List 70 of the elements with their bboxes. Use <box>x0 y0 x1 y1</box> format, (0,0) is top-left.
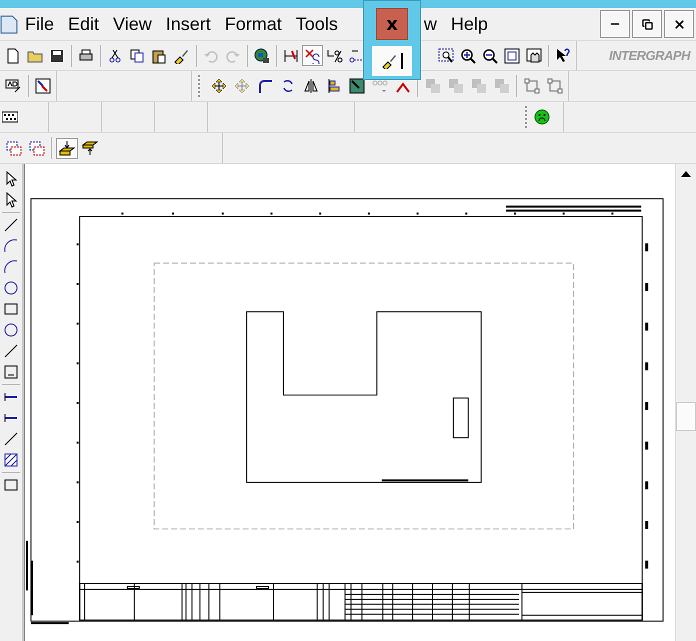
up-arrow-icon <box>681 171 691 177</box>
cut-icon <box>107 48 124 64</box>
menu-item[interactable]: w <box>416 14 444 34</box>
line-icon <box>3 431 19 447</box>
paste-icon <box>151 48 168 64</box>
menu-item[interactable]: Help <box>444 14 495 34</box>
line-icon <box>3 343 19 359</box>
restore-button[interactable] <box>632 10 662 38</box>
layers-icon <box>28 140 44 156</box>
tray-up-icon <box>82 140 98 156</box>
fillet-icon <box>256 78 272 94</box>
tray-down-icon <box>58 140 74 156</box>
stacked-squares-icon <box>448 78 464 94</box>
zoom-area-icon <box>438 48 454 64</box>
restore-icon <box>642 18 652 30</box>
save-icon <box>49 48 66 64</box>
tool-slot[interactable] <box>372 46 412 76</box>
copy-icon <box>129 48 146 64</box>
hatch-icon <box>3 452 19 468</box>
rectangle-icon <box>3 477 19 493</box>
scroll-thumb[interactable] <box>676 402 696 431</box>
brush-icon <box>381 53 397 69</box>
brush-icon <box>173 48 190 64</box>
rectangle-icon <box>3 301 19 317</box>
menu-item[interactable]: Tools <box>288 14 345 34</box>
line-icon <box>3 217 19 233</box>
cross-curve-icon <box>304 48 321 64</box>
move-icon <box>210 78 226 94</box>
menu-item[interactable]: View <box>106 14 159 34</box>
close-button[interactable] <box>664 10 694 38</box>
globe-icon <box>254 48 270 64</box>
print-icon <box>78 48 94 64</box>
coordinate-icon <box>348 48 365 64</box>
frame-icon <box>546 78 562 94</box>
circle-icon <box>3 322 19 338</box>
toolbar-button[interactable] <box>302 45 324 66</box>
menu-item[interactable]: Edit <box>61 14 106 34</box>
text-box-icon <box>3 364 19 380</box>
mirror-icon <box>302 78 318 94</box>
frame-icon <box>524 78 540 94</box>
align-icon <box>326 78 342 94</box>
menu-item[interactable]: File <box>18 14 62 34</box>
chain-icon <box>372 78 388 94</box>
close-icon <box>672 18 686 30</box>
stacked-squares-icon <box>470 78 486 94</box>
zoom-in-icon <box>460 48 476 64</box>
circle-icon <box>3 280 19 296</box>
app-icon <box>0 13 18 35</box>
arc-icon <box>3 238 19 254</box>
dimension-icon <box>282 48 299 64</box>
frown-face-icon <box>534 109 550 125</box>
help-pointer-icon <box>555 48 572 64</box>
new-file-icon <box>5 48 22 64</box>
fit-icon <box>504 48 520 64</box>
percent-icon <box>326 48 343 64</box>
checker-icon <box>2 109 18 125</box>
close-button[interactable]: x <box>376 8 408 40</box>
paint-icon <box>34 78 51 94</box>
text-edit-icon <box>5 78 22 94</box>
zoom-out-icon <box>482 48 498 64</box>
menu-item[interactable]: Format <box>218 14 289 34</box>
arc-icon <box>3 259 19 275</box>
logo: INTERGRAPH <box>609 48 690 63</box>
move-icon <box>234 78 250 94</box>
toolbar-button[interactable] <box>56 138 78 158</box>
stacked-squares-icon <box>494 78 510 94</box>
pan-icon <box>526 48 542 64</box>
layers-icon <box>6 140 22 156</box>
menu-item[interactable]: Insert <box>158 14 218 34</box>
stacked-squares-icon <box>424 78 440 94</box>
